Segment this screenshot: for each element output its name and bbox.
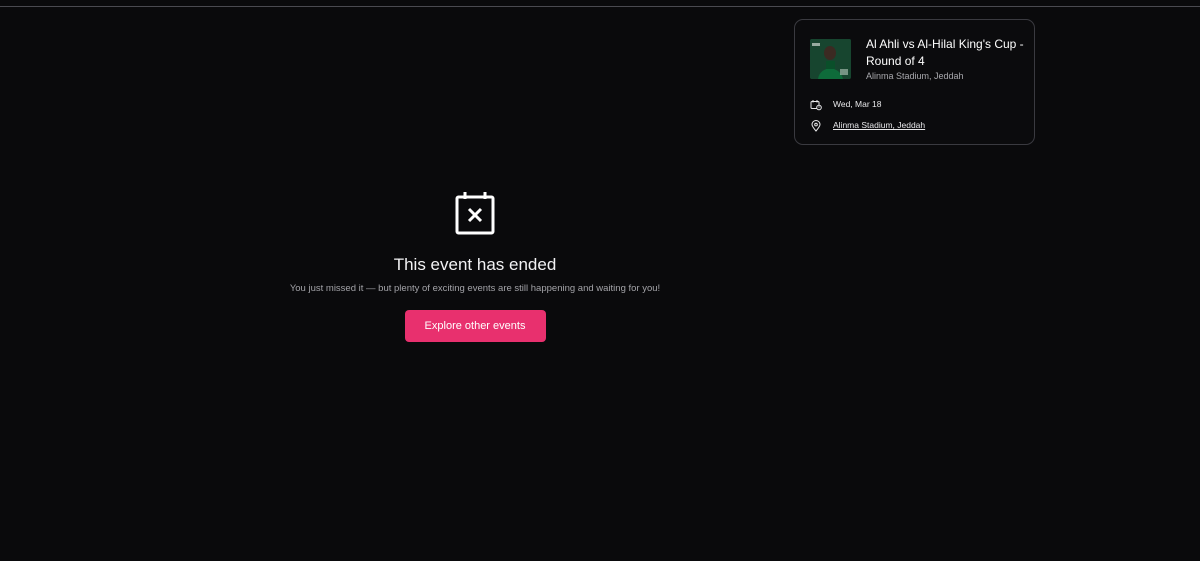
event-card[interactable]: Al Ahli vs Al-Hilal King's Cup - Round o…	[794, 19, 1035, 145]
ended-subtitle: You just missed it — but plenty of excit…	[289, 283, 661, 294]
event-ended-section: This event has ended You just missed it …	[250, 190, 700, 342]
event-venue-row: Alinma Stadium, Jeddah	[810, 118, 925, 132]
calendar-ticket-icon	[810, 98, 822, 111]
explore-other-events-button[interactable]: Explore other events	[404, 310, 546, 342]
event-venue-link[interactable]: Alinma Stadium, Jeddah	[833, 120, 925, 130]
event-subtitle: Alinma Stadium, Jeddah	[866, 71, 964, 81]
location-pin-icon	[810, 119, 822, 132]
event-date-row: Wed, Mar 18	[810, 97, 882, 111]
top-divider	[0, 6, 1200, 7]
calendar-x-icon	[250, 190, 700, 236]
event-date: Wed, Mar 18	[833, 99, 882, 109]
event-thumbnail	[810, 39, 851, 79]
event-title: Al Ahli vs Al-Hilal King's Cup - Round o…	[866, 37, 1024, 68]
ended-title: This event has ended	[393, 255, 557, 274]
